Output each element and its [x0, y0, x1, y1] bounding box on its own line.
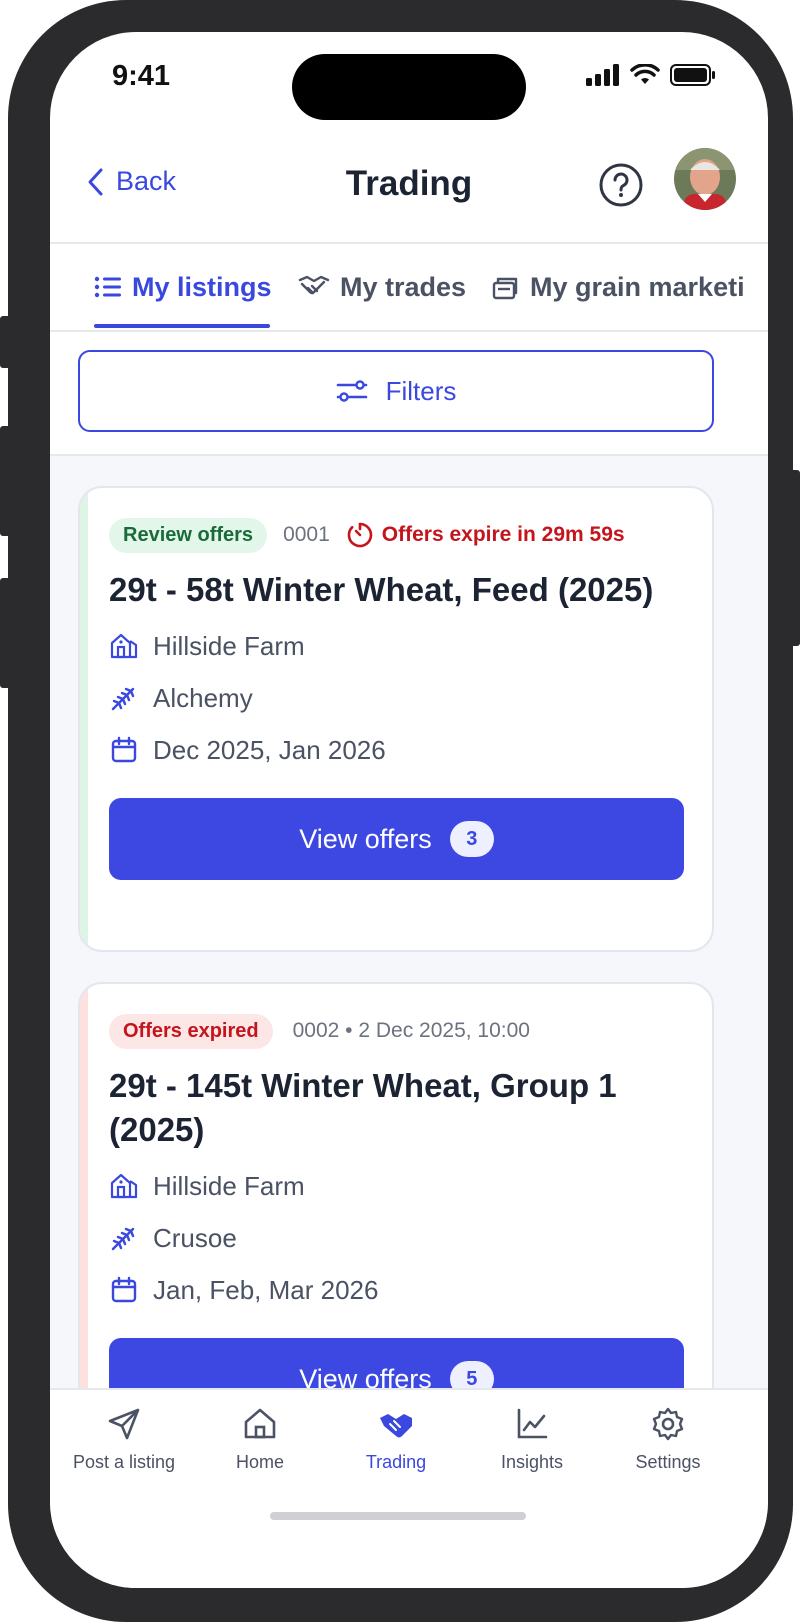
farm-icon — [110, 1173, 138, 1199]
expiry-countdown: Offers expire in 29m 59s — [346, 521, 625, 549]
tab-bar-label: Insights — [500, 1452, 564, 1472]
active-tab-indicator — [94, 324, 270, 328]
top-nav-bar: Back Trading — [50, 142, 768, 244]
tab-label: My trades — [340, 271, 467, 302]
tab-home[interactable]: Home — [190, 1406, 330, 1473]
battery-icon — [670, 64, 715, 86]
calendar-icon — [111, 736, 137, 763]
home-indicator[interactable] — [270, 1512, 526, 1520]
dynamic-island — [292, 54, 526, 120]
listings-list[interactable]: Review offers 0001 Offers expire in 29m … — [50, 456, 768, 1456]
help-icon[interactable] — [598, 162, 644, 208]
sliders-icon — [336, 380, 367, 402]
wifi-icon — [630, 64, 660, 84]
tab-my-trades[interactable]: My trades — [298, 244, 466, 330]
listing-id: 0001 — [283, 523, 330, 546]
listing-id: 0002 • 2 Dec 2025, 10:00 — [292, 1019, 530, 1042]
tab-bar-label: Trading — [365, 1452, 427, 1472]
filters-bar: Filters — [50, 332, 768, 456]
wheat-icon — [111, 687, 135, 711]
delivery-dates: Dec 2025, Jan 2026 — [153, 734, 386, 765]
farm-name: Hillside Farm — [153, 1170, 305, 1201]
farm-icon — [110, 633, 138, 659]
phone-screen: 9:41 Back Trading My listings My trades … — [50, 32, 768, 1588]
delivery-dates: Jan, Feb, Mar 2026 — [153, 1274, 379, 1305]
crop-variety: Crusoe — [153, 1222, 237, 1253]
tab-label: My grain marketi — [530, 271, 745, 302]
listing-card[interactable]: Review offers 0001 Offers expire in 29m … — [78, 486, 714, 952]
cards-icon — [492, 277, 518, 300]
handshake-outline-icon — [298, 275, 330, 295]
tab-post-listing[interactable]: Post a listing — [54, 1406, 194, 1473]
page-title: Trading — [345, 164, 473, 203]
status-badge: Offers expired — [109, 1013, 273, 1049]
send-icon — [108, 1408, 140, 1440]
status-badge: Review offers — [109, 517, 268, 553]
list-icon — [94, 276, 121, 298]
tab-bar-label: Settings — [635, 1452, 701, 1472]
gear-icon — [652, 1407, 684, 1441]
tab-trading[interactable]: Trading — [326, 1406, 466, 1473]
wheat-icon — [111, 1227, 135, 1251]
timer-icon — [347, 522, 373, 548]
view-offers-button[interactable]: View offers 3 — [109, 798, 684, 880]
status-time: 9:41 — [112, 60, 171, 92]
bottom-tab-bar: Post a listing Home Trading Insights Set… — [50, 1388, 768, 1588]
tab-strip: My listings My trades My grain marketi — [50, 244, 768, 332]
listing-title: 29t - 58t Winter Wheat, Feed (2025) — [109, 571, 654, 608]
calendar-icon — [111, 1276, 137, 1303]
card-accent — [80, 984, 88, 1456]
tab-settings[interactable]: Settings — [598, 1406, 738, 1473]
farm-name: Hillside Farm — [153, 630, 305, 661]
card-accent — [80, 488, 88, 950]
tab-my-grain-marketing[interactable]: My grain marketi — [492, 244, 745, 330]
tab-label: My listings — [132, 271, 272, 302]
crop-variety: Alchemy — [153, 682, 253, 713]
listing-card[interactable]: Offers expired 0002 • 2 Dec 2025, 10:00 … — [78, 982, 714, 1456]
status-icons — [586, 64, 716, 86]
avatar[interactable] — [674, 148, 736, 210]
avatar-photo — [674, 148, 736, 210]
home-icon — [244, 1408, 276, 1439]
expiry-text: Offers expire in 29m 59s — [381, 523, 625, 546]
signal-icon — [586, 64, 619, 86]
tab-insights[interactable]: Insights — [462, 1406, 602, 1473]
view-offers-label: View offers — [299, 823, 432, 854]
tab-my-listings[interactable]: My listings — [94, 244, 272, 330]
handshake-icon — [380, 1414, 412, 1438]
listing-title: 29t - 145t Winter Wheat, Group 1 (2025) — [109, 1067, 617, 1148]
filters-label: Filters — [385, 375, 457, 406]
tab-bar-label: Post a listing — [72, 1452, 176, 1472]
tab-bar-label: Home — [235, 1452, 284, 1472]
chart-icon — [517, 1408, 548, 1439]
offer-count-badge: 3 — [449, 821, 494, 857]
phone-frame: 9:41 Back Trading My listings My trades … — [8, 0, 793, 1622]
filters-button[interactable]: Filters — [78, 350, 714, 432]
